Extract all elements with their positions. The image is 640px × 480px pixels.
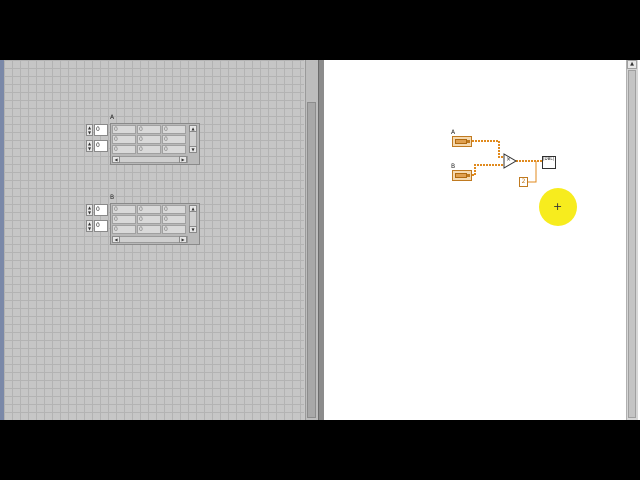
table-cell[interactable]: 0 [162, 135, 186, 144]
terminal-output-icon [467, 140, 470, 143]
array-a-table[interactable]: 0 0 0 0 0 0 0 0 0 ▲ ▼ ◀ ▶ [110, 123, 200, 165]
table-cell[interactable]: 0 [137, 205, 161, 214]
array-a-col-index[interactable]: ▲ ▼ 0 [86, 140, 108, 152]
vertical-scrollbar[interactable]: ▲ ▼ [189, 125, 197, 153]
table-cell[interactable]: 0 [137, 125, 161, 134]
table-cell[interactable]: 0 [112, 205, 136, 214]
scroll-right-icon[interactable]: ▶ [179, 236, 187, 243]
table-cell[interactable]: 0 [112, 125, 136, 134]
array-a-row-index-input[interactable]: 0 [94, 124, 108, 136]
front-panel-window[interactable]: A ▲ ▼ 0 ▲ ▼ 0 0 0 0 0 0 0 0 0 0 ▲ ▼ ◀ ▶ B … [0, 60, 318, 420]
vertical-scrollbar[interactable]: ▲ ▼ [189, 205, 197, 233]
table-cell[interactable]: 0 [112, 225, 136, 234]
array-a-index-row[interactable]: ▲ ▼ 0 [86, 124, 108, 136]
output-indicator[interactable]: [DBL] [542, 156, 556, 169]
array-b-index-row[interactable]: ▲ ▼ 0 [86, 204, 108, 216]
scroll-down-icon[interactable]: ▼ [189, 146, 197, 153]
array-b-table[interactable]: 0 0 0 0 0 0 0 0 0 ▲ ▼ ◀ ▶ [110, 203, 200, 245]
table-cell[interactable]: 0 [162, 225, 186, 234]
array-b-label: B [110, 194, 115, 201]
scroll-down-icon[interactable]: ▼ [189, 226, 197, 233]
terminal-output-icon [467, 174, 470, 177]
terminal-b-label: B [451, 163, 456, 170]
table-cell[interactable]: 0 [137, 145, 161, 154]
table-cell[interactable]: 0 [137, 215, 161, 224]
horizontal-scrollbar[interactable]: ◀ ▶ [112, 156, 188, 163]
numeric-constant[interactable]: 2 [519, 177, 528, 187]
wire-layer [472, 140, 542, 183]
wire-b[interactable] [472, 164, 504, 176]
spinner-icon[interactable]: ▲ ▼ [86, 124, 93, 136]
horizontal-scrollbar[interactable]: ◀ ▶ [112, 236, 188, 243]
scroll-left-icon[interactable]: ◀ [112, 156, 120, 163]
scroll-up-icon[interactable]: ▲ [189, 205, 197, 212]
table-cell[interactable]: 0 [137, 135, 161, 144]
spinner-icon[interactable]: ▲ ▼ [86, 204, 93, 216]
spinner-icon[interactable]: ▲ ▼ [86, 220, 93, 232]
scroll-left-icon[interactable]: ◀ [112, 236, 120, 243]
array-a-terminal[interactable] [452, 136, 472, 147]
scroll-up-icon[interactable]: ▲ [189, 125, 197, 132]
block-diagram-scroll-thumb[interactable] [628, 70, 636, 418]
array-b-terminal[interactable] [452, 170, 472, 181]
table-cell[interactable]: 0 [162, 205, 186, 214]
scroll-up-icon[interactable]: ▲ [627, 60, 637, 69]
table-cell[interactable]: 0 [112, 135, 136, 144]
array-a-col-index-input[interactable]: 0 [94, 140, 108, 152]
wire-a[interactable] [472, 140, 504, 158]
multiply-symbol: × [506, 156, 512, 163]
array-b-col-index[interactable]: ▲ ▼ 0 [86, 220, 108, 232]
table-cell[interactable]: 0 [112, 145, 136, 154]
array-a-label: A [110, 114, 115, 121]
table-cell[interactable]: 0 [162, 125, 186, 134]
front-panel-scroll-thumb[interactable] [307, 102, 316, 418]
block-diagram-window[interactable]: A B × 2 [DBL] + ▲ [324, 60, 640, 420]
scroll-right-icon[interactable]: ▶ [179, 156, 187, 163]
indicator-type-label: [DBL] [543, 156, 555, 161]
array-b-row-index-input[interactable]: 0 [94, 204, 108, 216]
terminal-a-label: A [451, 129, 456, 136]
table-cell[interactable]: 0 [112, 215, 136, 224]
array-terminal-icon [455, 173, 467, 178]
crosshair-cursor-icon: + [553, 200, 563, 213]
wire-constant[interactable] [528, 161, 537, 183]
table-cell[interactable]: 0 [162, 145, 186, 154]
spinner-icon[interactable]: ▲ ▼ [86, 140, 93, 152]
table-cell[interactable]: 0 [162, 215, 186, 224]
array-terminal-icon [455, 139, 467, 144]
array-b-col-index-input[interactable]: 0 [94, 220, 108, 232]
table-cell[interactable]: 0 [137, 225, 161, 234]
